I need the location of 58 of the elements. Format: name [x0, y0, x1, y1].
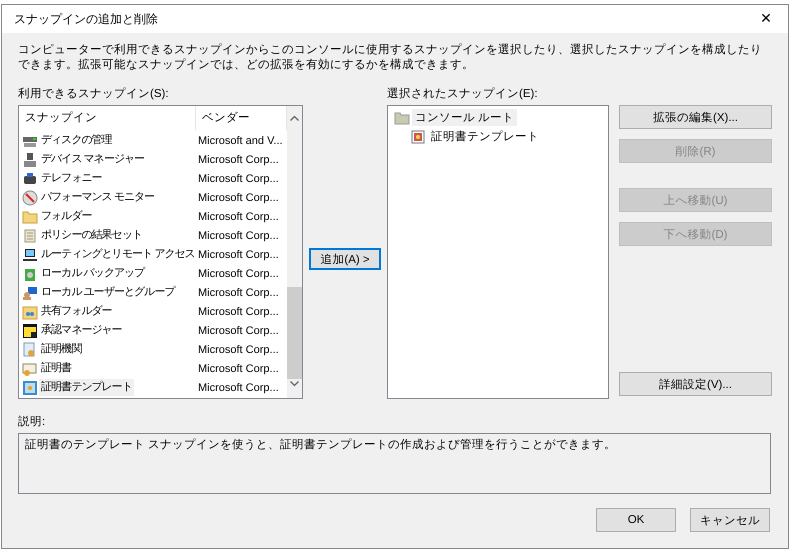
template-icon — [22, 380, 38, 396]
window-title: スナップインの追加と削除 — [14, 10, 158, 28]
snapin-name[interactable]: ディスクの管理 — [39, 132, 114, 149]
vendor-cell-text: Microsoft Corp... — [197, 344, 279, 356]
telephone-icon — [22, 170, 38, 186]
snapin-name[interactable]: ルーティングとリモート アクセス — [39, 246, 197, 263]
vendor-cell-text: Microsoft Corp... — [197, 362, 279, 374]
snapin-name[interactable]: ポリシーの結果セット — [39, 227, 144, 244]
vendor-cell-text: Microsoft Corp... — [197, 230, 279, 242]
shared-folder-icon — [22, 304, 38, 320]
snapin-name[interactable]: 共有フォルダー — [39, 303, 114, 320]
snapin-name[interactable]: フォルダー — [39, 208, 94, 225]
folder-icon — [22, 208, 38, 224]
computer-icon — [22, 152, 38, 168]
vendor-cell-text: Microsoft Corp... — [197, 172, 279, 184]
scroll-up-icon[interactable] — [290, 115, 299, 121]
tree-item[interactable]: 証明書テンプレート — [428, 128, 542, 145]
list-label: 利用できるスナップイン(S): — [18, 87, 170, 101]
vendor-cell-text: Microsoft Corp... — [197, 324, 279, 336]
vendor-cell-text: Microsoft Corp... — [197, 210, 279, 222]
vendor-cell-text: Microsoft and V... — [197, 134, 283, 146]
vendor-cell-text: Microsoft Corp... — [197, 192, 279, 204]
users-icon — [22, 284, 38, 300]
snapin-name[interactable]: 証明機関 — [39, 341, 84, 358]
vendor-cell-text: Microsoft Corp... — [197, 286, 279, 298]
column-header[interactable]: スナップイン — [19, 106, 196, 130]
snapin-name[interactable]: テレフォニー — [39, 170, 104, 187]
vendor-cell-text: Microsoft Corp... — [197, 382, 279, 394]
snapin-name[interactable]: パフォーマンス モニター — [39, 189, 156, 206]
monitor-icon — [22, 246, 38, 262]
snapin-name[interactable]: ローカル ユーザーとグループ — [39, 284, 176, 301]
instruction-text: コンピューターで利用できるスナップインからこのコンソールに使用するスナップインを選択したり、選択したスナップインを構成したりできます。拡張可能なスナップインでは、どの拡張を有効にするかを構成できます。 — [18, 43, 763, 73]
tree-item[interactable]: コンソール ルート — [412, 109, 518, 126]
snapin-name[interactable]: 証明書テンプレート — [39, 379, 134, 396]
scroll-icon — [22, 228, 38, 244]
description-text: 証明書のテンプレート スナップインを使うと、証明書テンプレートの作成および管理を行うことができます。 — [25, 438, 618, 452]
add-button[interactable]: 追加(A) > — [309, 248, 381, 270]
snapin-name[interactable]: デバイス マネージャー — [39, 151, 146, 168]
dialog-button[interactable]: キャンセル — [690, 508, 770, 532]
vendor-cell-text: Microsoft Corp... — [197, 154, 279, 166]
action-button[interactable]: 詳細設定(V)... — [619, 372, 772, 396]
scrollbar[interactable] — [287, 106, 302, 398]
snapin-name[interactable]: ローカル バックアップ — [39, 265, 146, 282]
vendor-cell-text: Microsoft Corp... — [197, 268, 279, 280]
vendor-cell-text: Microsoft Corp... — [197, 248, 279, 260]
action-button[interactable]: 拡張の編集(X)... — [619, 105, 772, 129]
description-label: 説明: — [18, 415, 46, 429]
scroll-thumb[interactable] — [287, 287, 302, 379]
vendor-cell-text: Microsoft Corp... — [197, 306, 279, 318]
snapin-name[interactable]: 承認マネージャー — [39, 322, 124, 339]
close-button[interactable]: ✕ — [744, 5, 788, 33]
certificate-icon — [410, 128, 426, 144]
list-label: 選択されたスナップイン(E): — [387, 87, 539, 101]
dialog-button[interactable]: OK — [596, 508, 676, 532]
folder-icon — [394, 110, 410, 126]
certificate-icon — [22, 360, 38, 376]
scroll-down-icon[interactable] — [290, 381, 299, 387]
snapin-name[interactable]: 証明書 — [39, 360, 74, 377]
